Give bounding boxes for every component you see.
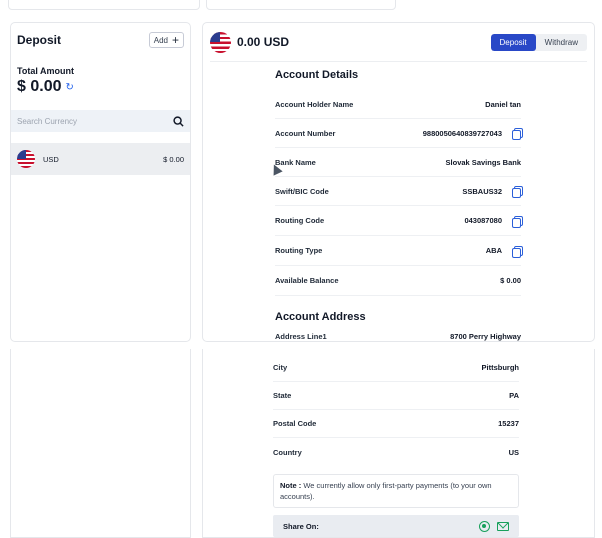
total-amount-label: Total Amount	[17, 66, 74, 76]
total-amount-value: $ 0.00	[17, 78, 62, 95]
share-icons	[479, 520, 509, 532]
address-value: PA	[509, 391, 519, 400]
detail-row-account-number: Account Number 988005064083972704​3	[275, 119, 523, 148]
address-row-city: City Pittsburgh	[273, 354, 519, 382]
tab-withdraw[interactable]: Withdraw	[536, 34, 587, 51]
detail-label: Available Balance	[275, 276, 339, 285]
currency-code: USD	[43, 154, 59, 164]
address-value: 15237	[498, 419, 519, 428]
plus-icon: +	[171, 33, 179, 47]
share-bar: Share On:	[273, 515, 519, 537]
note-box: Note : We currently allow only first-par…	[273, 474, 519, 508]
address-label: Postal Code	[273, 419, 317, 428]
currency-item-usd[interactable]: USD $ 0.00	[11, 143, 190, 175]
account-panel-continued: City Pittsburgh State PA Postal Code 152…	[202, 349, 595, 538]
deposit-withdraw-toggle: Deposit Withdraw	[490, 33, 587, 51]
add-currency-button[interactable]: Add +	[148, 32, 184, 48]
account-address-title: Account Address	[275, 311, 366, 323]
currency-amount: $ 0.00	[163, 154, 184, 164]
address-row-state: State PA	[273, 382, 519, 410]
address-row-line1: Address Line1 8700 Perry Highway	[275, 324, 521, 341]
us-flag-icon	[17, 150, 35, 168]
balance-display: 0.00 USD	[210, 31, 290, 53]
top-card-left	[8, 0, 200, 10]
detail-value: Daniel tan	[485, 100, 521, 109]
add-label: Add	[153, 35, 168, 45]
address-value: Pittsburgh	[481, 363, 520, 372]
detail-value: 988005064083972704​3	[422, 128, 523, 140]
detail-label: Routing Type	[275, 246, 323, 255]
account-number-value: 988005064083972704​3	[422, 128, 502, 138]
detail-value: Slovak Savings Bank	[446, 158, 521, 167]
note-prefix: Note :	[280, 481, 302, 490]
address-label: State	[273, 391, 292, 400]
copy-icon[interactable]	[512, 245, 523, 258]
swift-value: SSBAUS32	[462, 186, 502, 196]
detail-label: Swift/BIC Code	[275, 186, 329, 196]
whatsapp-icon[interactable]	[479, 520, 490, 532]
share-label: Share On:	[283, 521, 319, 531]
balance-value: 0.00 USD	[237, 35, 290, 49]
sidebar-title: Deposit	[17, 33, 62, 47]
search-icon[interactable]	[173, 115, 184, 127]
address-label: Country	[273, 447, 302, 457]
deposit-sidebar: Deposit Add + Total Amount $ 0.00 ↻ USD …	[10, 22, 191, 342]
account-panel-header: 0.00 USD Deposit Withdraw	[203, 23, 594, 61]
deposit-sidebar-continued	[10, 349, 191, 538]
copy-icon[interactable]	[512, 186, 523, 198]
note-text: We currently allow only first-party paym…	[280, 481, 492, 501]
account-details-section: Account Details Account Holder Name Dani…	[275, 68, 523, 341]
routing-type-value: ABA	[485, 246, 502, 255]
sidebar-header: Deposit Add +	[11, 23, 190, 48]
address-label: Address Line1	[275, 332, 327, 341]
refresh-icon[interactable]: ↻	[65, 82, 73, 93]
holder-name-value: Daniel tan	[485, 99, 521, 109]
bank-name-value: Slovak Savings Bank	[445, 157, 521, 167]
address-label: City	[273, 363, 288, 372]
top-card-right	[206, 0, 396, 10]
search-input[interactable]	[17, 116, 157, 126]
detail-label: Routing Code	[275, 216, 325, 225]
detail-label: Account Holder Name	[275, 99, 354, 109]
account-details-title: Account Details	[275, 69, 359, 81]
detail-value: $ 0.00	[500, 276, 521, 285]
detail-value: 043087080	[464, 215, 523, 228]
header-divider	[210, 61, 587, 62]
currency-info: USD	[17, 150, 59, 168]
search-currency	[11, 110, 190, 132]
address-value: US	[508, 447, 519, 457]
detail-value: ABA	[485, 245, 523, 258]
available-balance-value: $ 0.00	[500, 276, 521, 285]
detail-label: Account Number	[275, 128, 336, 138]
detail-row-bank-name: Bank Name Slovak Savings Bank	[275, 148, 521, 177]
copy-icon[interactable]	[512, 215, 523, 228]
address-value: 8700 Perry Highway	[450, 332, 521, 341]
detail-row-routing-code: Routing Code 043087080	[275, 206, 523, 236]
detail-row-routing-type: Routing Type ABA	[275, 236, 523, 266]
mail-icon[interactable]	[497, 521, 509, 531]
detail-label: Bank Name	[275, 157, 316, 167]
us-flag-icon	[210, 31, 231, 53]
detail-row-swift: Swift/BIC Code SSBAUS32	[275, 177, 523, 206]
detail-value: SSBAUS32	[462, 186, 523, 198]
detail-row-holder: Account Holder Name Daniel tan	[275, 90, 521, 119]
detail-row-available-balance: Available Balance $ 0.00	[275, 266, 521, 296]
address-row-postal: Postal Code 15237	[273, 410, 519, 438]
address-row-country: Country US	[273, 438, 519, 466]
copy-icon[interactable]	[512, 128, 523, 140]
routing-code-value: 043087080	[464, 216, 502, 225]
account-address-section: City Pittsburgh State PA Postal Code 152…	[273, 354, 519, 537]
tab-deposit[interactable]: Deposit	[490, 33, 536, 51]
total-amount: $ 0.00 ↻	[11, 76, 190, 96]
account-panel: 0.00 USD Deposit Withdraw Account Detail…	[202, 22, 595, 342]
